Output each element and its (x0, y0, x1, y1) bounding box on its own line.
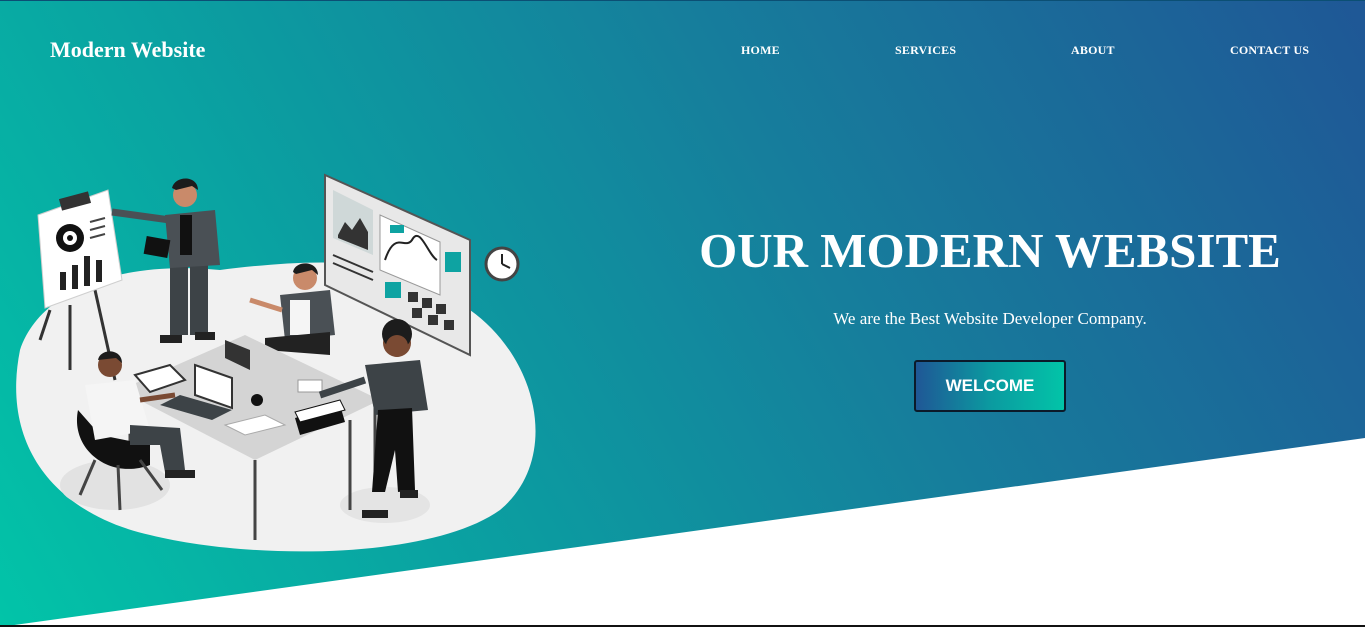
welcome-button[interactable]: WELCOME (914, 360, 1066, 412)
office-team-meeting-illustration (16, 173, 536, 552)
main-nav: HOME SERVICES ABOUT CONTACT US (0, 43, 1365, 63)
hero-subtitle: We are the Best Website Developer Compan… (833, 309, 1147, 328)
nav-about[interactable]: ABOUT (1071, 43, 1115, 58)
top-border (0, 0, 1365, 1)
nav-services[interactable]: SERVICES (895, 43, 956, 58)
hero-title: OUR MODERN WEBSITE (699, 223, 1281, 278)
nav-home[interactable]: HOME (741, 43, 780, 58)
nav-contact-us[interactable]: CONTACT US (1230, 43, 1309, 58)
wall-clock-icon (484, 246, 520, 282)
